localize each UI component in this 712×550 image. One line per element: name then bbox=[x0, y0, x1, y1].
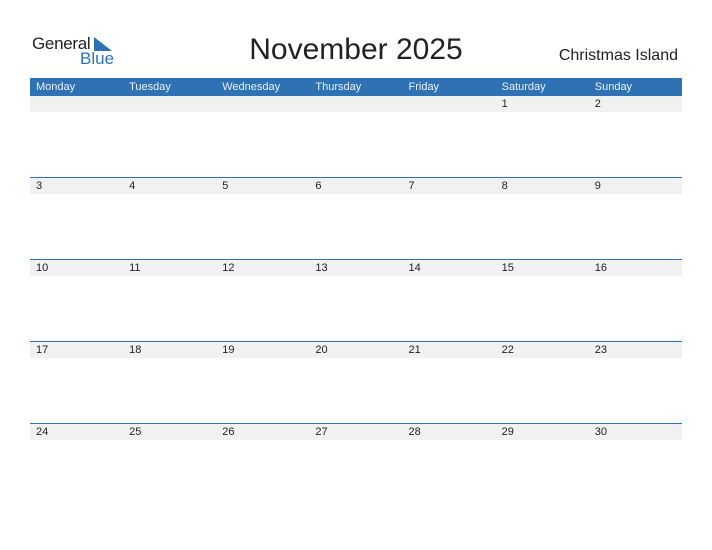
day-cell bbox=[123, 96, 216, 112]
week-row: 10 11 12 13 14 15 16 bbox=[30, 259, 682, 341]
day-cell: 16 bbox=[594, 262, 607, 274]
day-cell: 3 bbox=[36, 180, 43, 192]
day-cell: 26 bbox=[222, 426, 235, 438]
day-cell: 7 bbox=[408, 180, 415, 192]
day-cell: 13 bbox=[315, 262, 328, 274]
day-cell: 4 bbox=[129, 180, 136, 192]
week-row: 1 2 bbox=[30, 96, 682, 177]
weekday-header: Monday Tuesday Wednesday Thursday Friday… bbox=[30, 78, 682, 96]
day-cell: 18 bbox=[129, 344, 142, 356]
weekday-saturday: Saturday bbox=[501, 81, 546, 93]
day-cell: 8 bbox=[501, 180, 508, 192]
day-cell bbox=[309, 96, 402, 112]
day-cell: 11 bbox=[129, 262, 141, 274]
day-cell: 25 bbox=[129, 426, 142, 438]
day-cell: 19 bbox=[222, 344, 235, 356]
day-cell: 14 bbox=[408, 262, 421, 274]
day-cell: 30 bbox=[594, 426, 607, 438]
day-cell: 23 bbox=[594, 344, 607, 356]
day-cell: 5 bbox=[222, 180, 229, 192]
week-row: 17 18 19 20 21 22 23 bbox=[30, 341, 682, 423]
day-cell: 22 bbox=[501, 344, 514, 356]
weekday-tuesday: Tuesday bbox=[129, 81, 171, 93]
day-cell: 24 bbox=[36, 426, 49, 438]
day-cell bbox=[403, 96, 496, 112]
day-cell: 21 bbox=[408, 344, 421, 356]
day-cell bbox=[30, 96, 123, 112]
day-cell: 6 bbox=[315, 180, 322, 192]
calendar-grid: Monday Tuesday Wednesday Thursday Friday… bbox=[30, 78, 682, 505]
day-cell: 1 bbox=[501, 98, 508, 110]
day-cell: 10 bbox=[36, 262, 49, 274]
day-cell: 15 bbox=[501, 262, 514, 274]
region-label: Christmas Island bbox=[558, 47, 678, 64]
week-row: 24 25 26 27 28 29 30 bbox=[30, 423, 682, 505]
day-cell: 27 bbox=[315, 426, 328, 438]
day-cell: 20 bbox=[315, 344, 328, 356]
day-cell: 9 bbox=[594, 180, 601, 192]
day-cell bbox=[216, 96, 309, 112]
weekday-thursday: Thursday bbox=[315, 81, 362, 93]
day-cell: 29 bbox=[501, 426, 514, 438]
day-cell: 28 bbox=[408, 426, 421, 438]
day-cell: 17 bbox=[36, 344, 49, 356]
day-cell: 12 bbox=[222, 262, 235, 274]
week-row: 3 4 5 6 7 8 9 bbox=[30, 177, 682, 259]
weekday-monday: Monday bbox=[36, 81, 76, 93]
weekday-sunday: Sunday bbox=[594, 81, 633, 93]
weekday-friday: Friday bbox=[408, 81, 440, 93]
day-cell: 2 bbox=[594, 98, 601, 110]
weekday-wednesday: Wednesday bbox=[222, 81, 281, 93]
